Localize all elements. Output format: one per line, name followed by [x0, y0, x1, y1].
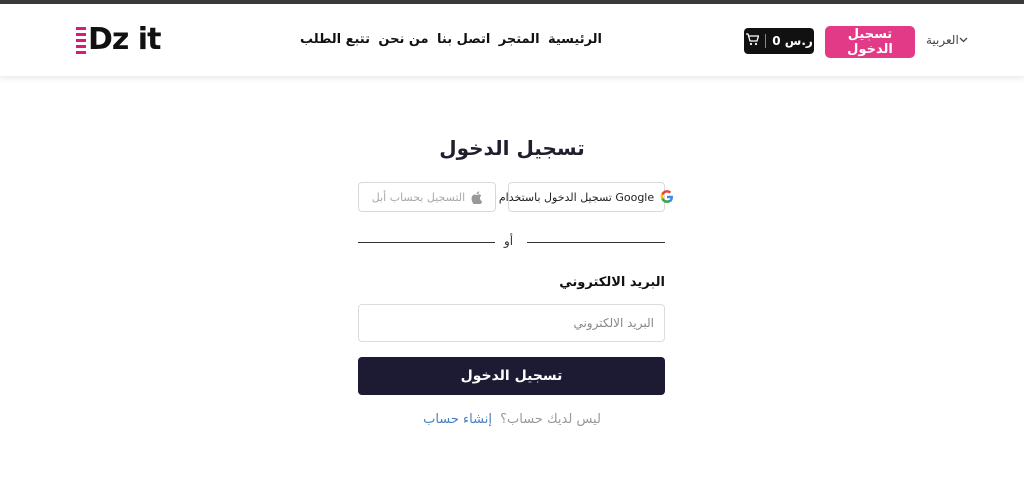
- nav-item-about[interactable]: من نحن: [378, 32, 428, 47]
- or-text: أو: [504, 234, 514, 248]
- main-nav: الرئيسية المتجر اتصل بنا من نحن تتبع الط…: [300, 32, 602, 47]
- nav-item-track-order[interactable]: تتبع الطلب: [300, 32, 370, 47]
- divider-line-left: [358, 242, 495, 243]
- nav-item-contact[interactable]: اتصل بنا: [437, 32, 490, 47]
- page-title: تسجيل الدخول: [439, 136, 585, 160]
- logo-text: Dz it: [88, 22, 161, 57]
- login-submit-button[interactable]: تسجيل الدخول: [358, 357, 665, 395]
- apple-login-label: التسجيل بحساب أبل: [371, 190, 466, 204]
- site-header: Dz it الرئيسية المتجر اتصل بنا من نحن تت…: [0, 4, 1024, 76]
- nav-item-home[interactable]: الرئيسية: [548, 32, 602, 47]
- logo-mark-icon: [76, 25, 86, 55]
- google-icon: [660, 190, 674, 204]
- email-input[interactable]: [358, 304, 665, 342]
- cart-icon: [745, 33, 760, 49]
- cart-amount: ر.س 0: [772, 34, 813, 48]
- cart-divider: [765, 34, 767, 48]
- cart-button[interactable]: ر.س 0: [744, 28, 814, 54]
- no-account-text: ليس لديك حساب؟: [500, 412, 601, 427]
- google-login-button[interactable]: تسجيل الدخول باستخدام Google: [499, 182, 674, 212]
- header-login-button[interactable]: تسجيل الدخول: [825, 26, 915, 58]
- nav-item-store[interactable]: المتجر: [499, 32, 540, 47]
- chevron-down-icon: [959, 35, 968, 46]
- email-label: البريد الالكتروني: [559, 275, 665, 290]
- apple-login-button[interactable]: التسجيل بحساب أبل: [358, 182, 496, 212]
- or-divider: أو: [358, 232, 665, 252]
- create-account-link[interactable]: إنشاء حساب: [423, 412, 492, 427]
- google-login-label: تسجيل الدخول باستخدام Google: [498, 190, 655, 204]
- signup-prompt: ليس لديك حساب؟ إنشاء حساب: [0, 412, 1024, 427]
- language-select[interactable]: العربية: [926, 33, 972, 47]
- language-label: العربية: [926, 33, 959, 47]
- divider-line-right: [527, 242, 665, 243]
- apple-icon: [471, 190, 483, 204]
- logo[interactable]: Dz it: [76, 22, 161, 57]
